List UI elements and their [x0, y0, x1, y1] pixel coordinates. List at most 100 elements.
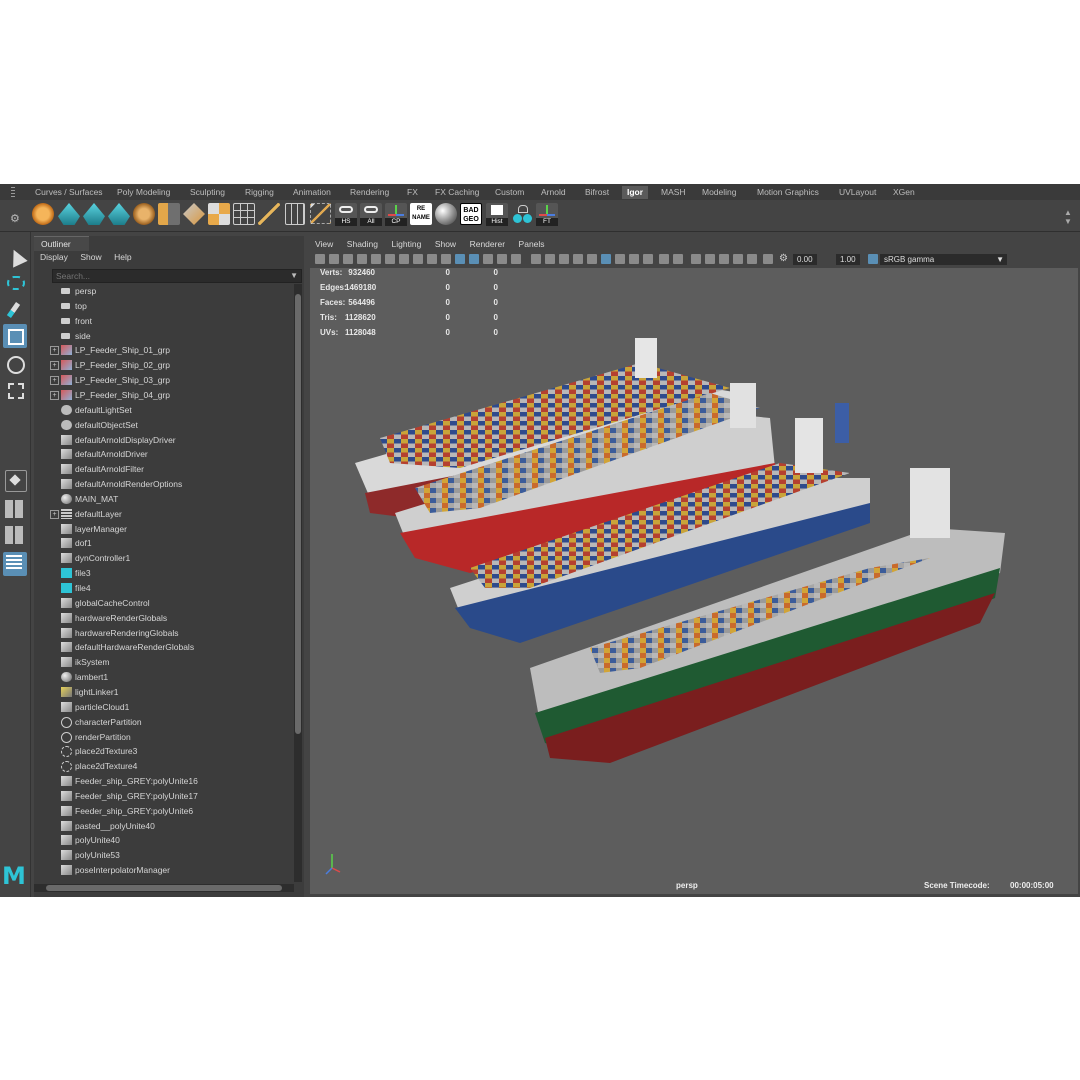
shading-ball-icon[interactable] — [435, 203, 457, 225]
merge-icon[interactable] — [183, 203, 205, 225]
shelf-tab-motion-graphics[interactable]: Motion Graphics — [752, 186, 824, 199]
viewport-toolbar-button-icon[interactable] — [615, 254, 625, 264]
arnold-icon-3[interactable] — [108, 203, 130, 225]
viewport-toolbar-button-icon[interactable] — [511, 254, 521, 264]
outliner-item[interactable]: hardwareRenderingGlobals — [34, 626, 292, 640]
viewport-toolbar-button-icon[interactable] — [559, 254, 569, 264]
shelf-tab-xgen[interactable]: XGen — [888, 186, 920, 199]
outliner-item[interactable]: lambert1 — [34, 670, 292, 684]
outliner-item[interactable]: layerManager — [34, 522, 292, 536]
outliner-item[interactable]: defaultArnoldDisplayDriver — [34, 433, 292, 447]
outliner-item[interactable]: dof1 — [34, 536, 292, 550]
viewport-toolbar-button-icon[interactable] — [315, 254, 325, 264]
scroll-thumb[interactable] — [46, 885, 282, 891]
bake-icon[interactable] — [133, 203, 155, 225]
viewport-menu-renderer[interactable]: Renderer — [470, 239, 505, 249]
outliner-item[interactable]: lightLinker1 — [34, 685, 292, 699]
color-management-icon[interactable] — [868, 254, 878, 264]
viewport-toolbar-button-icon[interactable] — [747, 254, 757, 264]
shelf-tab-poly-modeling[interactable]: Poly Modeling — [112, 186, 175, 199]
search-dropdown-icon[interactable]: ▼ — [290, 271, 298, 280]
shelf-tab-curves-surfaces[interactable]: Curves / Surfaces — [30, 186, 108, 199]
freeze-transform-icon[interactable]: FT — [536, 203, 558, 226]
two-view-layout-icon[interactable] — [3, 524, 27, 548]
shelf-settings-gear-icon[interactable]: ⚙ — [10, 212, 20, 225]
outliner-item[interactable]: particleCloud1 — [34, 700, 292, 714]
four-view-layout-icon[interactable] — [3, 498, 27, 522]
shelf-tab-animation[interactable]: Animation — [288, 186, 336, 199]
outliner-item[interactable]: defaultHardwareRenderGlobals — [34, 640, 292, 654]
hs-icon[interactable]: HS — [335, 203, 357, 226]
outliner-item[interactable]: globalCacheControl — [34, 596, 292, 610]
outliner-item[interactable]: hardwareRenderGlobals — [34, 611, 292, 625]
viewport-menu-view[interactable]: View — [315, 239, 333, 249]
viewport-menu-panels[interactable]: Panels — [519, 239, 545, 249]
viewport-toolbar-button-icon[interactable] — [371, 254, 381, 264]
outliner-item[interactable]: place2dTexture3 — [34, 744, 292, 758]
outliner-item[interactable]: poseInterpolatorManager — [34, 863, 292, 877]
outliner-item[interactable]: + defaultLayer — [34, 507, 292, 521]
viewport-toolbar-button-icon[interactable] — [531, 254, 541, 264]
viewport-toolbar-button-icon[interactable] — [545, 254, 555, 264]
all-icon[interactable]: All — [360, 203, 382, 226]
viewport-toolbar-button-icon[interactable] — [385, 254, 395, 264]
outliner-item[interactable]: defaultArnoldFilter — [34, 462, 292, 476]
exposure-field[interactable]: 0.00 — [793, 254, 817, 265]
viewport-toolbar-button-icon[interactable] — [329, 254, 339, 264]
paint-select-icon[interactable] — [3, 298, 27, 322]
select-tool-icon[interactable] — [3, 246, 28, 270]
outliner-item[interactable]: polyUnite53 — [34, 848, 292, 862]
shelf-tab-fx-caching[interactable]: FX Caching — [430, 186, 484, 199]
history-icon[interactable]: Hist — [486, 203, 508, 226]
pencil-icon[interactable] — [258, 203, 280, 225]
outliner-tab[interactable]: Outliner — [34, 236, 89, 251]
outliner-item[interactable]: renderPartition — [34, 730, 292, 744]
outliner-item[interactable]: MAIN_MAT — [34, 492, 292, 506]
exposure-gear-icon[interactable]: ⚙ — [779, 254, 789, 264]
shelf-tab-mash[interactable]: MASH — [656, 186, 691, 199]
viewport-toolbar-button-icon[interactable] — [413, 254, 423, 264]
shelf-tab-custom[interactable]: Custom — [490, 186, 529, 199]
viewport-toolbar-button-icon[interactable] — [357, 254, 367, 264]
outliner-item[interactable]: Feeder_ship_GREY:polyUnite16 — [34, 774, 292, 788]
shelf-tab-fx[interactable]: FX — [402, 186, 423, 199]
extrude-icon[interactable] — [158, 203, 180, 225]
outliner-item[interactable]: pasted__polyUnite40 — [34, 819, 292, 833]
outliner-item[interactable]: front — [34, 314, 292, 328]
viewport-toolbar-button-icon[interactable] — [659, 254, 669, 264]
outliner-horizontal-scrollbar[interactable] — [34, 884, 294, 892]
viewport-toolbar-button-icon[interactable] — [691, 254, 701, 264]
shelf-tab-modeling[interactable]: Modeling — [697, 186, 742, 199]
sphere-tool-icon[interactable] — [32, 203, 54, 225]
outliner-item[interactable]: polyUnite40 — [34, 833, 292, 847]
outliner-item[interactable]: side — [34, 329, 292, 343]
rotate-tool-icon[interactable] — [3, 352, 27, 376]
outliner-layout-icon[interactable] — [3, 552, 27, 576]
move-tool-icon[interactable] — [3, 324, 27, 348]
outliner-search-input[interactable] — [53, 270, 289, 282]
shelf-tab-bifrost[interactable]: Bifrost — [580, 186, 614, 199]
shelf-tab-rendering[interactable]: Rendering — [345, 186, 394, 199]
3d-viewport[interactable]: Verts: 932460 0 0 Edges: 1469180 0 0 Faces: 56449… — [310, 268, 1078, 894]
viewport-toolbar-button-icon[interactable] — [673, 254, 683, 264]
scroll-thumb[interactable] — [295, 294, 301, 734]
expand-toggle-icon[interactable]: + — [50, 346, 59, 356]
columns-icon[interactable] — [285, 203, 305, 225]
gamma-field[interactable]: 1.00 — [836, 254, 860, 265]
shelf-tab-uvlayout[interactable]: UVLayout — [834, 186, 881, 199]
outliner-item[interactable]: file3 — [34, 566, 292, 580]
viewport-toolbar-button-icon[interactable] — [497, 254, 507, 264]
shelf-tab-igor[interactable]: Igor — [622, 186, 649, 199]
color-space-select[interactable]: sRGB gamma ▼ — [880, 254, 1007, 265]
outliner-vertical-scrollbar[interactable] — [294, 284, 302, 882]
outliner-item[interactable]: defaultArnoldDriver — [34, 447, 292, 461]
scale-tool-icon[interactable] — [3, 378, 27, 402]
outliner-item[interactable]: file4 — [34, 581, 292, 595]
viewport-toolbar-button-icon[interactable] — [399, 254, 409, 264]
outliner-item[interactable]: defaultArnoldRenderOptions — [34, 477, 292, 491]
outliner-menu-show[interactable]: Show — [80, 252, 101, 262]
arnold-icon-2[interactable] — [83, 203, 105, 225]
viewport-toolbar-button-icon[interactable] — [705, 254, 715, 264]
shelf-tab-sculpting[interactable]: Sculpting — [185, 186, 230, 199]
lasso-tool-icon[interactable] — [3, 272, 27, 296]
